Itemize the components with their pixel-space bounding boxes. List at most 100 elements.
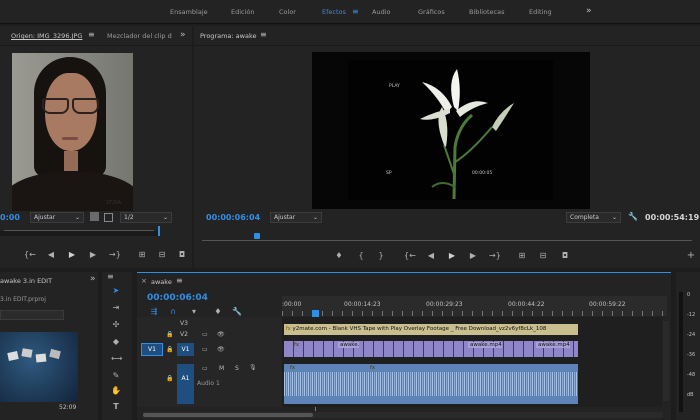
track-v1-eye-icon[interactable]: 👁 — [217, 346, 225, 353]
track-a1-solo[interactable]: S — [235, 365, 239, 372]
slip-tool-icon[interactable]: ⟷ — [111, 354, 122, 364]
timeline-scroll-thumb[interactable] — [143, 413, 313, 417]
source-zoom-select[interactable]: 1/2 ⌄ — [120, 212, 172, 223]
add-button-icon[interactable]: + — [686, 251, 696, 261]
step-forward-icon-prog[interactable]: ▶ — [468, 251, 478, 261]
play-icon[interactable]: ▶ — [67, 250, 77, 260]
microphone-icon[interactable]: 🎙 — [249, 364, 257, 371]
track-select-tool-icon[interactable]: ⇥ — [111, 303, 121, 313]
mark-out-icon[interactable]: } — [376, 251, 386, 261]
close-tab-icon[interactable]: × — [141, 277, 147, 285]
workspace-editing[interactable]: Editing — [529, 8, 552, 16]
panel-overflow-icon[interactable]: » — [180, 30, 186, 40]
export-frame-icon-prog[interactable]: ◘ — [560, 251, 570, 261]
track-v1-sync-icon[interactable]: ▭ — [202, 346, 208, 353]
track-a1-label[interactable]: A1 — [177, 364, 194, 404]
source-menu-icon[interactable]: ≡ — [88, 30, 95, 39]
type-tool-icon[interactable]: T — [111, 402, 121, 412]
v1-clip-c[interactable]: awake.mp4 — [536, 342, 570, 348]
project-file-name: 3.in EDIT.prproj — [0, 296, 46, 303]
source-scrubber[interactable] — [0, 231, 160, 236]
insert-icon[interactable]: ⊞ — [137, 250, 147, 260]
timeline-vertical-scrollbar[interactable] — [663, 321, 669, 401]
step-back-icon-prog[interactable]: ◀ — [426, 251, 436, 261]
hand-tool-icon[interactable]: ✋ — [111, 386, 121, 396]
settings-icon[interactable] — [90, 212, 99, 221]
program-timecode[interactable]: 00:00:06:04 — [206, 213, 260, 222]
camera-icon[interactable]: ◘ — [177, 250, 187, 260]
v1-clip-track[interactable]: fx awake. awake.mp4 awake.mp4 — [284, 341, 578, 357]
workspace-efectos[interactable]: Efectos — [322, 8, 346, 16]
go-to-in-icon[interactable]: {← — [404, 251, 416, 261]
track-v2-sync-icon[interactable]: ▭ — [202, 331, 208, 338]
workspace-edicion[interactable]: Edición — [231, 8, 255, 16]
timeline-marker-icon[interactable]: ▾ — [189, 307, 199, 317]
wrench-icon[interactable]: 🔧 — [628, 212, 638, 222]
play-icon-prog[interactable]: ▶ — [447, 251, 457, 261]
track-v1-lock-icon[interactable]: 🔒 — [166, 346, 173, 353]
selection-tool-icon[interactable]: ➤ — [111, 286, 121, 296]
ripple-edit-tool-icon[interactable]: ✣ — [111, 320, 121, 330]
tools-menu-icon[interactable]: ≡ — [107, 272, 114, 281]
tab-audio-clip-mixer[interactable]: Mezclador del clip d — [107, 32, 172, 40]
workspace-menu-icon[interactable]: ≡ — [352, 7, 359, 16]
go-to-out-icon[interactable]: →} — [489, 251, 501, 261]
source-patch-v1[interactable]: V1 — [141, 343, 163, 356]
timeline-ruler[interactable]: :00:00 00:00:14:23 00:00:29:23 00:00:44:… — [282, 296, 667, 316]
program-menu-icon[interactable]: ≡ — [260, 30, 267, 39]
snap-icon[interactable]: ⇶ — [149, 307, 159, 317]
workspace-bibliotecas[interactable]: Bibliotecas — [469, 8, 504, 16]
v1-clip-b[interactable]: awake.mp4 — [468, 342, 502, 348]
add-marker-timeline-icon[interactable]: ♦ — [213, 307, 223, 317]
source-fit-select[interactable]: Ajustar ⌄ — [30, 212, 84, 223]
project-title: awake 3.in EDIT — [0, 277, 53, 285]
track-a1-lock-icon[interactable]: 🔒 — [166, 375, 173, 382]
lift-icon[interactable]: ⊞ — [517, 251, 527, 261]
track-v2-lock-icon[interactable]: 🔒 — [166, 331, 173, 338]
ruler-label-4: 00:00:59:22 — [589, 301, 626, 308]
more-workspaces-icon[interactable]: » — [586, 6, 592, 16]
overwrite-icon[interactable]: ⊟ — [157, 250, 167, 260]
frame-forward-icon[interactable]: ▶ — [88, 250, 98, 260]
timeline-timecode[interactable]: 00:00:06:04 — [147, 293, 208, 303]
frame-back-icon[interactable]: ◀ — [46, 250, 56, 260]
source-timecode[interactable]: 0:00 — [0, 213, 20, 222]
panel-overflow-icon-2[interactable]: » — [90, 274, 96, 284]
program-playhead[interactable] — [254, 233, 260, 239]
ruler-label-1: 00:00:14:23 — [344, 301, 381, 308]
workspace-color[interactable]: Color — [279, 8, 296, 16]
source-panel: Origen: IMG_3296.JPG ≡ Mezclador del cli… — [0, 26, 192, 268]
timeline-playhead-handle[interactable] — [312, 310, 319, 317]
mark-in-icon[interactable]: { — [356, 251, 366, 261]
track-v2-eye-icon[interactable]: 👁 — [217, 331, 225, 338]
track-v1-label[interactable]: V1 — [177, 343, 194, 356]
timeline-menu-icon[interactable]: ≡ — [176, 276, 183, 285]
timeline-tab[interactable]: awake — [151, 278, 172, 286]
workspace-ensamblaje[interactable]: Ensamblaje — [170, 8, 208, 16]
a1-audio-clip[interactable]: fx fx — [284, 364, 578, 404]
project-search-input[interactable] — [0, 310, 64, 320]
program-scrubber[interactable] — [202, 240, 692, 241]
razor-tool-icon[interactable]: ◆ — [111, 337, 121, 347]
track-a1-mute[interactable]: M — [219, 365, 224, 372]
add-marker-icon[interactable]: ♦ — [334, 251, 344, 261]
workspace-audio[interactable]: Audio — [372, 8, 390, 16]
extract-icon[interactable]: ⊟ — [538, 251, 548, 261]
v2-clip-vhs-overlay[interactable]: fx y2mate.com - Blank VHS Tape with Play… — [284, 324, 578, 335]
workspace-graficos[interactable]: Gráficos — [418, 8, 445, 16]
export-frame-icon[interactable] — [104, 213, 113, 222]
source-playhead[interactable] — [158, 226, 160, 236]
step-back-icon[interactable]: {← — [24, 250, 36, 260]
pen-tool-icon[interactable]: ✎ — [111, 371, 121, 381]
tab-source[interactable]: Origen: IMG_3296.JPG — [11, 32, 82, 40]
timeline-horizontal-scrollbar[interactable] — [143, 412, 663, 418]
timeline-settings-icon[interactable]: 🔧 — [232, 307, 242, 317]
v1-clip-a[interactable]: awake. — [338, 342, 360, 348]
workspace-bar: Ensamblaje Edición Color Efectos ≡ Audio… — [0, 0, 700, 24]
project-thumbnail[interactable] — [0, 332, 78, 402]
linked-selection-icon[interactable]: ∩ — [168, 307, 178, 317]
program-quality-select[interactable]: Completa ⌄ — [566, 212, 621, 223]
track-a1-sync-icon[interactable]: ▭ — [202, 365, 208, 372]
program-fit-select[interactable]: Ajustar ⌄ — [270, 212, 322, 223]
step-forward-icon[interactable]: →} — [109, 250, 121, 260]
